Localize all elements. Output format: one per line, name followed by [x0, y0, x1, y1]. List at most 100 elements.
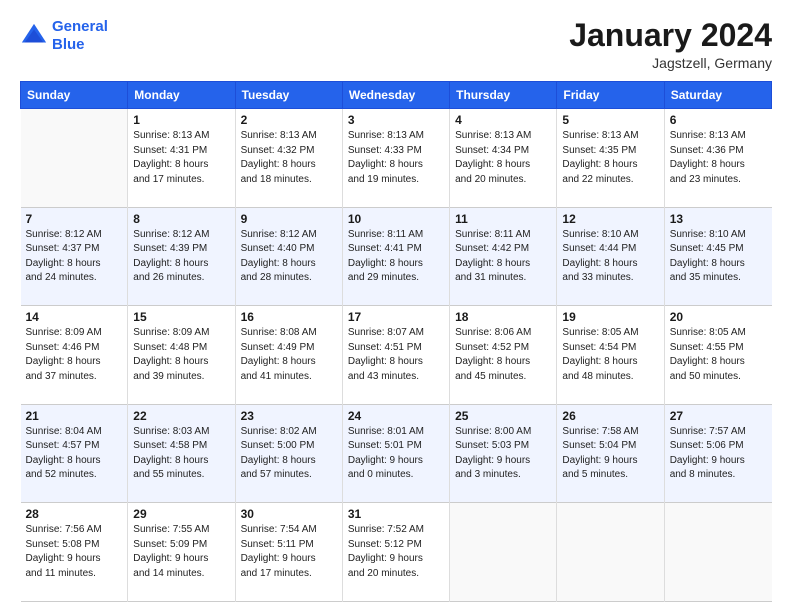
logo-line2: Blue	[52, 36, 85, 53]
cell-w1-d1: 8 Sunrise: 8:12 AM Sunset: 4:39 PM Daylig…	[128, 207, 235, 306]
day-number: 26	[562, 409, 658, 423]
day-number: 4	[455, 113, 551, 127]
col-monday: Monday	[128, 82, 235, 109]
week-row-3: 21 Sunrise: 8:04 AM Sunset: 4:57 PM Dayli…	[21, 404, 772, 503]
day-details: Sunrise: 7:57 AM Sunset: 5:06 PM Dayligh…	[670, 425, 767, 483]
cell-w4-d3: 31 Sunrise: 7:52 AM Sunset: 5:12 PM Dayli…	[342, 503, 449, 602]
cell-w3-d4: 25 Sunrise: 8:00 AM Sunset: 5:03 PM Dayli…	[450, 404, 557, 503]
cell-w3-d5: 26 Sunrise: 7:58 AM Sunset: 5:04 PM Dayli…	[557, 404, 664, 503]
day-number: 5	[562, 113, 658, 127]
day-details: Sunrise: 8:09 AM Sunset: 4:48 PM Dayligh…	[133, 326, 229, 384]
day-number: 31	[348, 507, 444, 521]
day-number: 21	[26, 409, 123, 423]
day-details: Sunrise: 8:10 AM Sunset: 4:44 PM Dayligh…	[562, 228, 658, 286]
day-number: 16	[241, 310, 337, 324]
logo-line1: General	[52, 18, 108, 35]
cell-w4-d6	[664, 503, 771, 602]
day-details: Sunrise: 7:55 AM Sunset: 5:09 PM Dayligh…	[133, 523, 229, 581]
week-row-2: 14 Sunrise: 8:09 AM Sunset: 4:46 PM Dayli…	[21, 306, 772, 405]
day-details: Sunrise: 8:09 AM Sunset: 4:46 PM Dayligh…	[26, 326, 123, 384]
cell-w2-d4: 18 Sunrise: 8:06 AM Sunset: 4:52 PM Dayli…	[450, 306, 557, 405]
col-tuesday: Tuesday	[235, 82, 342, 109]
day-details: Sunrise: 8:13 AM Sunset: 4:35 PM Dayligh…	[562, 129, 658, 187]
day-number: 6	[670, 113, 767, 127]
day-details: Sunrise: 8:10 AM Sunset: 4:45 PM Dayligh…	[670, 228, 767, 286]
day-number: 13	[670, 212, 767, 226]
cell-w3-d6: 27 Sunrise: 7:57 AM Sunset: 5:06 PM Dayli…	[664, 404, 771, 503]
col-thursday: Thursday	[450, 82, 557, 109]
logo: General Blue	[20, 18, 108, 54]
day-details: Sunrise: 8:08 AM Sunset: 4:49 PM Dayligh…	[241, 326, 337, 384]
cell-w3-d0: 21 Sunrise: 8:04 AM Sunset: 4:57 PM Dayli…	[21, 404, 128, 503]
col-sunday: Sunday	[21, 82, 128, 109]
subtitle: Jagstzell, Germany	[569, 55, 772, 71]
day-number: 24	[348, 409, 444, 423]
cell-w2-d5: 19Sunrise: 8:05 AM Sunset: 4:54 PM Dayli…	[557, 306, 664, 405]
day-number: 12	[562, 212, 658, 226]
cell-w0-d4: 4 Sunrise: 8:13 AM Sunset: 4:34 PM Daylig…	[450, 109, 557, 208]
day-details: Sunrise: 8:04 AM Sunset: 4:57 PM Dayligh…	[26, 425, 123, 483]
day-details: Sunrise: 8:05 AM Sunset: 4:54 PM Dayligh…	[562, 326, 658, 384]
cell-w2-d2: 16 Sunrise: 8:08 AM Sunset: 4:49 PM Dayli…	[235, 306, 342, 405]
title-block: January 2024 Jagstzell, Germany	[569, 18, 772, 71]
cell-w0-d5: 5 Sunrise: 8:13 AM Sunset: 4:35 PM Daylig…	[557, 109, 664, 208]
day-number: 1	[133, 113, 229, 127]
day-number: 23	[241, 409, 337, 423]
day-number: 27	[670, 409, 767, 423]
col-wednesday: Wednesday	[342, 82, 449, 109]
cell-w1-d6: 13 Sunrise: 8:10 AM Sunset: 4:45 PM Dayli…	[664, 207, 771, 306]
logo-icon	[20, 22, 48, 50]
day-details: Sunrise: 8:06 AM Sunset: 4:52 PM Dayligh…	[455, 326, 551, 384]
day-details: Sunrise: 8:11 AM Sunset: 4:42 PM Dayligh…	[455, 228, 551, 286]
cell-w1-d2: 9 Sunrise: 8:12 AM Sunset: 4:40 PM Daylig…	[235, 207, 342, 306]
day-number: 10	[348, 212, 444, 226]
day-details: Sunrise: 8:05 AM Sunset: 4:55 PM Dayligh…	[670, 326, 767, 384]
logo-text: General Blue	[52, 18, 108, 54]
day-number: 7	[26, 212, 123, 226]
col-friday: Friday	[557, 82, 664, 109]
day-number: 2	[241, 113, 337, 127]
cell-w4-d4	[450, 503, 557, 602]
cell-w0-d3: 3 Sunrise: 8:13 AM Sunset: 4:33 PM Daylig…	[342, 109, 449, 208]
day-number: 8	[133, 212, 229, 226]
cell-w4-d2: 30Sunrise: 7:54 AM Sunset: 5:11 PM Dayli…	[235, 503, 342, 602]
header: General Blue January 2024 Jagstzell, Ger…	[20, 18, 772, 71]
cell-w1-d0: 7 Sunrise: 8:12 AM Sunset: 4:37 PM Daylig…	[21, 207, 128, 306]
day-number: 11	[455, 212, 551, 226]
main-title: January 2024	[569, 18, 772, 53]
day-number: 9	[241, 212, 337, 226]
cell-w4-d1: 29Sunrise: 7:55 AM Sunset: 5:09 PM Dayli…	[128, 503, 235, 602]
day-number: 18	[455, 310, 551, 324]
cell-w0-d6: 6Sunrise: 8:13 AM Sunset: 4:36 PM Daylig…	[664, 109, 771, 208]
day-details: Sunrise: 8:12 AM Sunset: 4:37 PM Dayligh…	[26, 228, 123, 286]
day-details: Sunrise: 8:12 AM Sunset: 4:40 PM Dayligh…	[241, 228, 337, 286]
cell-w3-d2: 23Sunrise: 8:02 AM Sunset: 5:00 PM Dayli…	[235, 404, 342, 503]
col-saturday: Saturday	[664, 82, 771, 109]
cell-w0-d1: 1 Sunrise: 8:13 AM Sunset: 4:31 PM Daylig…	[128, 109, 235, 208]
day-number: 15	[133, 310, 229, 324]
day-details: Sunrise: 8:00 AM Sunset: 5:03 PM Dayligh…	[455, 425, 551, 483]
cell-w1-d5: 12 Sunrise: 8:10 AM Sunset: 4:44 PM Dayli…	[557, 207, 664, 306]
day-details: Sunrise: 8:12 AM Sunset: 4:39 PM Dayligh…	[133, 228, 229, 286]
day-number: 28	[26, 507, 123, 521]
day-details: Sunrise: 7:58 AM Sunset: 5:04 PM Dayligh…	[562, 425, 658, 483]
day-number: 25	[455, 409, 551, 423]
day-details: Sunrise: 8:13 AM Sunset: 4:31 PM Dayligh…	[133, 129, 229, 187]
cell-w2-d1: 15 Sunrise: 8:09 AM Sunset: 4:48 PM Dayli…	[128, 306, 235, 405]
day-number: 14	[26, 310, 123, 324]
header-row: Sunday Monday Tuesday Wednesday Thursday…	[21, 82, 772, 109]
day-number: 3	[348, 113, 444, 127]
day-number: 20	[670, 310, 767, 324]
cell-w0-d2: 2Sunrise: 8:13 AM Sunset: 4:32 PM Daylig…	[235, 109, 342, 208]
week-row-4: 28Sunrise: 7:56 AM Sunset: 5:08 PM Dayli…	[21, 503, 772, 602]
week-row-1: 7 Sunrise: 8:12 AM Sunset: 4:37 PM Daylig…	[21, 207, 772, 306]
day-number: 22	[133, 409, 229, 423]
day-details: Sunrise: 8:01 AM Sunset: 5:01 PM Dayligh…	[348, 425, 444, 483]
week-row-0: 1 Sunrise: 8:13 AM Sunset: 4:31 PM Daylig…	[21, 109, 772, 208]
day-details: Sunrise: 7:52 AM Sunset: 5:12 PM Dayligh…	[348, 523, 444, 581]
day-details: Sunrise: 8:03 AM Sunset: 4:58 PM Dayligh…	[133, 425, 229, 483]
day-details: Sunrise: 8:13 AM Sunset: 4:34 PM Dayligh…	[455, 129, 551, 187]
cell-w1-d4: 11 Sunrise: 8:11 AM Sunset: 4:42 PM Dayli…	[450, 207, 557, 306]
day-details: Sunrise: 8:13 AM Sunset: 4:33 PM Dayligh…	[348, 129, 444, 187]
cell-w1-d3: 10Sunrise: 8:11 AM Sunset: 4:41 PM Dayli…	[342, 207, 449, 306]
